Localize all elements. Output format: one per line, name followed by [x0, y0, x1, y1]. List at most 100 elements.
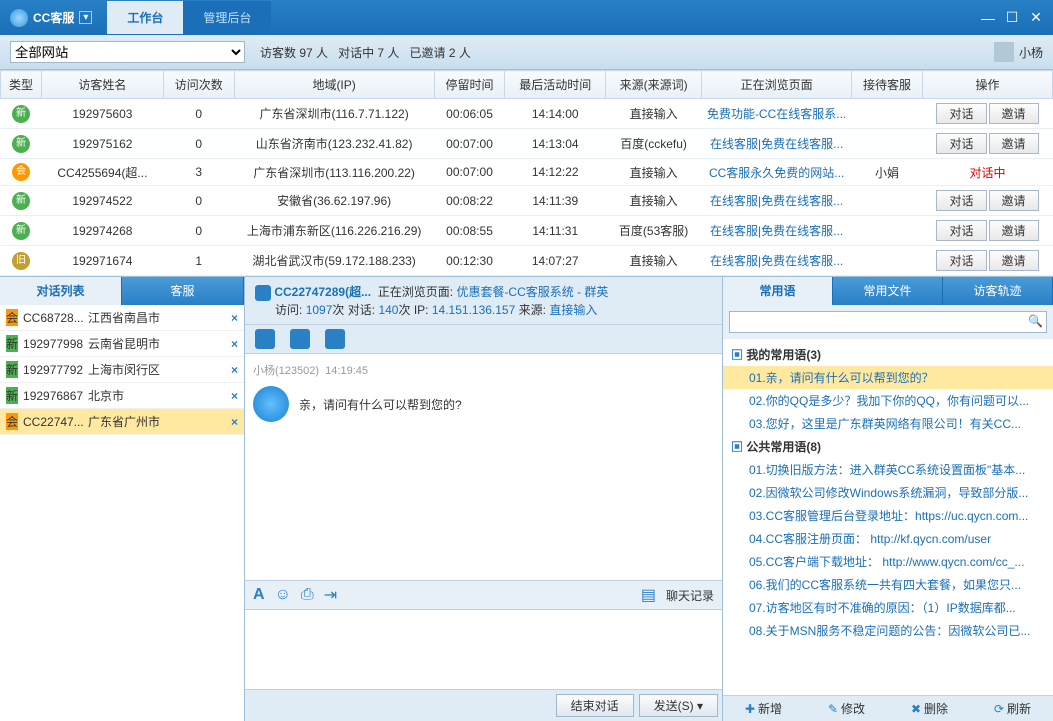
col-name[interactable]: 访客姓名: [42, 71, 164, 99]
close-icon[interactable]: ✕: [1024, 9, 1048, 26]
table-row[interactable]: 会 CC4255694(超...3 广东省深圳市(113.116.200.22)…: [1, 159, 1053, 186]
phrase-item[interactable]: 03.CC客服管理后台登录地址：https://uc.qycn.com...: [723, 504, 1053, 527]
type-badge: 会: [6, 413, 18, 430]
type-badge: 新: [6, 335, 18, 352]
phrase-group[interactable]: 我的常用语(3): [723, 343, 1053, 366]
invite-button[interactable]: 邀请: [989, 220, 1039, 241]
phrase-item[interactable]: 04.CC客服注册页面： http://kf.qycn.com/user: [723, 527, 1053, 550]
add-button[interactable]: ✚新增: [745, 700, 782, 717]
close-conversation-icon[interactable]: ×: [231, 311, 238, 325]
list-item[interactable]: 会 CC22747...广东省广州市 ×: [0, 409, 244, 435]
type-badge: 新: [6, 387, 18, 404]
tab-admin[interactable]: 管理后台: [183, 1, 271, 34]
pencil-icon: ✎: [828, 702, 838, 716]
close-conversation-icon[interactable]: ×: [231, 363, 238, 377]
tab-track[interactable]: 访客轨迹: [943, 277, 1053, 305]
type-badge: 新: [12, 105, 30, 123]
col-op[interactable]: 操作: [923, 71, 1053, 99]
col-region[interactable]: 地域(IP): [234, 71, 434, 99]
table-row[interactable]: 旧 1929716741 湖北省武汉市(59.172.188.233)00:12…: [1, 246, 1053, 276]
tab-phrases[interactable]: 常用语: [723, 277, 833, 305]
chat-toolbar: [245, 325, 722, 354]
send-button[interactable]: 发送(S) ▾: [639, 694, 718, 717]
app-menu-icon[interactable]: ▾: [79, 11, 92, 24]
phrase-item[interactable]: 08.关于MSN服务不稳定问题的公告：因微软公司已...: [723, 619, 1053, 642]
col-type[interactable]: 类型: [1, 71, 42, 99]
end-chat-button[interactable]: 结束对话: [556, 694, 634, 717]
refresh-button[interactable]: ⟳刷新: [994, 700, 1031, 717]
chat-history-link[interactable]: 聊天记录: [666, 587, 714, 604]
chat-button[interactable]: 对话: [936, 220, 986, 241]
list-item[interactable]: 会 CC68728...江西省南昌市 ×: [0, 305, 244, 331]
history-icon[interactable]: ▤: [641, 585, 656, 605]
message-editor[interactable]: [245, 609, 722, 689]
page-link[interactable]: 在线客服|免费在线客服...: [702, 216, 852, 246]
phrase-item[interactable]: 05.CC客户端下载地址： http://www.qycn.com/cc_...: [723, 550, 1053, 573]
chat-button[interactable]: 对话: [936, 133, 986, 154]
minimize-icon[interactable]: —: [976, 10, 1000, 26]
col-stay[interactable]: 停留时间: [434, 71, 505, 99]
table-row[interactable]: 新 1929742680 上海市浦东新区(116.226.216.29)00:0…: [1, 216, 1053, 246]
folder-icon[interactable]: [255, 329, 275, 349]
tab-agents[interactable]: 客服: [122, 277, 244, 305]
phrase-item[interactable]: 02.因微软公司修改Windows系统漏洞，导致部分版...: [723, 481, 1053, 504]
phrase-group[interactable]: 公共常用语(8): [723, 435, 1053, 458]
app-logo-icon: [10, 9, 28, 27]
close-conversation-icon[interactable]: ×: [231, 337, 238, 351]
screenshot-icon[interactable]: ⎙: [301, 586, 314, 604]
invite-button[interactable]: 邀请: [989, 190, 1039, 211]
visitor-grid: 类型 访客姓名 访问次数 地域(IP) 停留时间 最后活动时间 来源(来源词) …: [0, 70, 1053, 276]
visitor-icon: [255, 285, 271, 301]
phrase-item[interactable]: 07.访客地区有时不准确的原因：（1）IP数据库都...: [723, 596, 1053, 619]
emoji-icon[interactable]: ☺: [275, 586, 291, 604]
chat-button[interactable]: 对话: [936, 250, 986, 271]
delete-button[interactable]: ✖删除: [911, 700, 948, 717]
list-item[interactable]: 新 192976867北京市 ×: [0, 383, 244, 409]
site-select[interactable]: 全部网站: [10, 41, 245, 63]
page-link[interactable]: 在线客服|免费在线客服...: [702, 129, 852, 159]
page-link[interactable]: 在线客服|免费在线客服...: [702, 246, 852, 276]
phrase-search-input[interactable]: [729, 311, 1047, 333]
list-item[interactable]: 新 192977998云南省昆明市 ×: [0, 331, 244, 357]
close-conversation-icon[interactable]: ×: [231, 389, 238, 403]
chat-button[interactable]: 对话: [936, 103, 986, 124]
titlebar: CC客服 ▾ 工作台 管理后台 — ☐ ✕: [0, 0, 1053, 35]
phrase-item[interactable]: 01.亲，请问有什么可以帮到您的？: [723, 366, 1053, 389]
send-file-icon[interactable]: ⇥: [324, 585, 337, 605]
page-link[interactable]: 在线客服|免费在线客服...: [702, 186, 852, 216]
phrase-item[interactable]: 06.我们的CC客服系统一共有四大套餐，如果您只...: [723, 573, 1053, 596]
tab-files[interactable]: 常用文件: [833, 277, 943, 305]
browsing-page-link[interactable]: 优惠套餐-CC客服系统 - 群英: [456, 285, 608, 299]
col-last[interactable]: 最后活动时间: [505, 71, 606, 99]
page-link[interactable]: 免费功能-CC在线客服系...: [702, 99, 852, 129]
col-page[interactable]: 正在浏览页面: [702, 71, 852, 99]
font-icon[interactable]: A: [253, 586, 265, 604]
lock-icon[interactable]: [325, 329, 345, 349]
type-badge: 新: [12, 192, 30, 210]
invite-button[interactable]: 邀请: [989, 250, 1039, 271]
table-row[interactable]: 新 1929745220 安徽省(36.62.197.96)00:08:22 1…: [1, 186, 1053, 216]
refresh-icon: ⟳: [994, 702, 1004, 716]
phrase-item[interactable]: 03.您好，这里是广东群英网络有限公司！有关CC...: [723, 412, 1053, 435]
col-visits[interactable]: 访问次数: [163, 71, 234, 99]
current-user[interactable]: 小杨: [994, 42, 1043, 62]
tab-workbench[interactable]: 工作台: [107, 1, 183, 34]
search-icon[interactable]: 🔍: [1028, 314, 1043, 328]
phrase-item[interactable]: 02.你的QQ是多少？我加下你的QQ，你有问题可以...: [723, 389, 1053, 412]
close-conversation-icon[interactable]: ×: [231, 415, 238, 429]
table-row[interactable]: 新 1929756030 广东省深圳市(116.7.71.122)00:06:0…: [1, 99, 1053, 129]
x-icon: ✖: [911, 702, 921, 716]
edit-button[interactable]: ✎修改: [828, 700, 865, 717]
phrase-item[interactable]: 01.切换旧版方法：进入群英CC系统设置面板"基本...: [723, 458, 1053, 481]
page-link[interactable]: CC客服永久免费的网站...: [702, 159, 852, 186]
list-item[interactable]: 新 192977792上海市闵行区 ×: [0, 357, 244, 383]
invite-button[interactable]: 邀请: [989, 133, 1039, 154]
chat-button[interactable]: 对话: [936, 190, 986, 211]
col-source[interactable]: 来源(来源词): [606, 71, 702, 99]
table-row[interactable]: 新 1929751620 山东省济南市(123.232.41.82)00:07:…: [1, 129, 1053, 159]
col-agent[interactable]: 接待客服: [852, 71, 923, 99]
invite-button[interactable]: 邀请: [989, 103, 1039, 124]
tab-conversation-list[interactable]: 对话列表: [0, 277, 122, 305]
maximize-icon[interactable]: ☐: [1000, 9, 1024, 26]
user-icon[interactable]: [290, 329, 310, 349]
